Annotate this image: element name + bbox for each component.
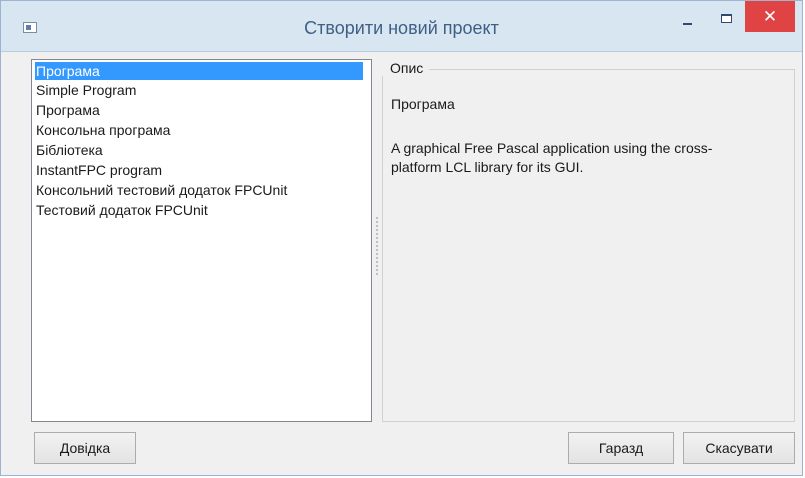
description-title: Програма [391,96,455,112]
list-item[interactable]: Програма [32,100,371,120]
description-group [382,69,795,422]
list-item[interactable]: Консольна програма [32,120,371,140]
list-item[interactable]: InstantFPC program [32,160,371,180]
help-button[interactable]: Довідка [34,432,136,464]
new-project-dialog: Створити новий проект ✕ Програма Simple … [0,0,803,476]
project-type-list[interactable]: Програма Simple Program Програма Консоль… [31,59,372,422]
splitter-handle[interactable] [375,216,379,276]
description-text: A graphical Free Pascal application usin… [391,140,713,175]
list-item[interactable]: Бібліотека [32,140,371,160]
list-item[interactable]: Тестовий додаток FPCUnit [32,200,371,220]
close-icon[interactable]: ✕ [745,1,795,32]
list-item[interactable]: Консольний тестовий додаток FPCUnit [32,180,371,200]
ok-button[interactable]: Гаразд [568,432,674,464]
minimize-icon[interactable] [667,9,707,31]
list-item[interactable]: Програма [35,62,363,80]
title-bar[interactable]: Створити новий проект ✕ [1,1,802,52]
maximize-icon[interactable] [708,9,746,31]
list-item[interactable]: Simple Program [32,80,371,100]
cancel-button[interactable]: Скасувати [683,432,795,464]
description-legend: Опис [382,60,430,76]
